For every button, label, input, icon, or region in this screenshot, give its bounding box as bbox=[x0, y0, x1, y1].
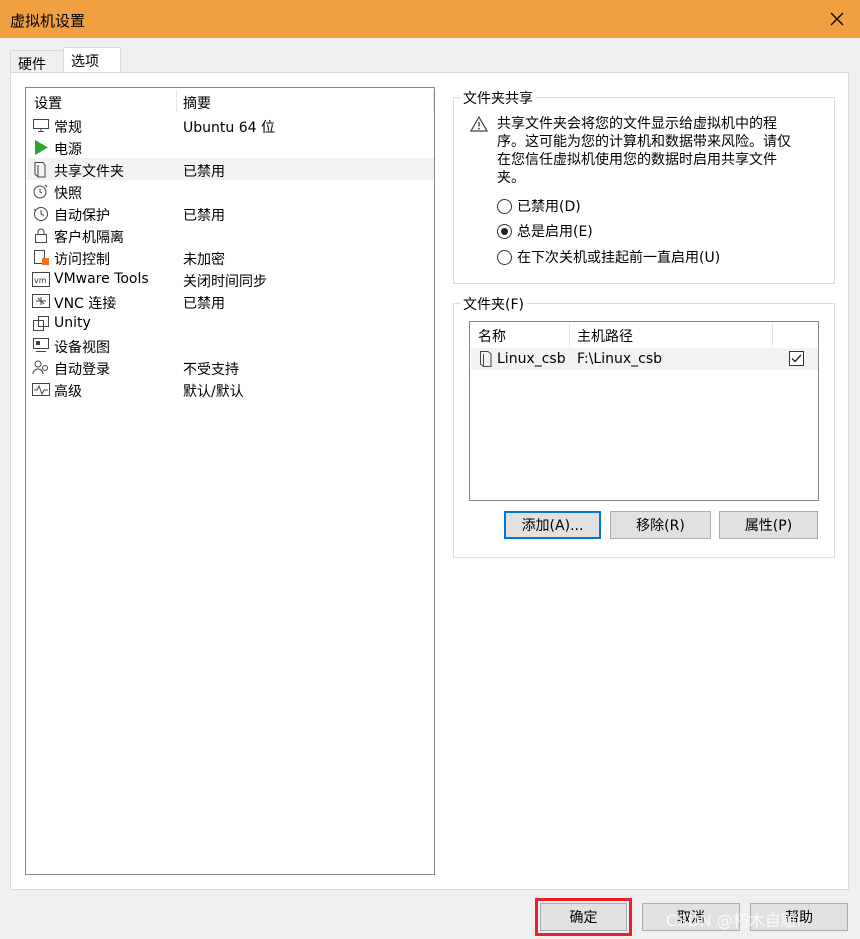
settings-item-shared-folders[interactable]: 共享文件夹 已禁用 bbox=[27, 158, 434, 180]
table-row[interactable]: Linux_csb F:\Linux_csb bbox=[471, 348, 818, 370]
settings-item-general[interactable]: 常规 Ubuntu 64 位 bbox=[27, 114, 434, 136]
settings-item-summary: Ubuntu 64 位 bbox=[183, 120, 275, 136]
column-header-host-path[interactable]: 主机路径 bbox=[577, 326, 633, 346]
folder-name: Linux_csb bbox=[497, 351, 566, 367]
column-header-setting[interactable]: 设置 bbox=[34, 93, 62, 113]
settings-item-unity[interactable]: Unity bbox=[27, 312, 434, 334]
lock-icon bbox=[35, 228, 47, 243]
settings-item-vmware-tools[interactable]: vm VMware Tools 关闭时间同步 bbox=[27, 268, 434, 290]
play-icon bbox=[35, 140, 48, 155]
settings-item-label: VMware Tools bbox=[54, 271, 149, 287]
folder-properties-button[interactable]: 属性(P) bbox=[719, 511, 818, 539]
radio-label: 总是启用(E) bbox=[517, 224, 593, 240]
column-divider[interactable] bbox=[772, 323, 773, 347]
column-divider[interactable] bbox=[176, 90, 177, 112]
close-button[interactable] bbox=[814, 0, 860, 38]
settings-item-label: 访问控制 bbox=[54, 252, 110, 268]
column-header-name[interactable]: 名称 bbox=[478, 326, 506, 346]
settings-item-access-control[interactable]: 访问控制 未加密 bbox=[27, 246, 434, 268]
column-divider[interactable] bbox=[433, 90, 434, 112]
folder-sharing-legend: 文件夹共享 bbox=[460, 88, 536, 108]
radio-label: 在下次关机或挂起前一直启用(U) bbox=[517, 250, 721, 266]
radio-disabled[interactable]: 已禁用(D) bbox=[497, 196, 581, 216]
settings-item-vnc[interactable]: VNC 连接 已禁用 bbox=[27, 290, 434, 312]
settings-item-summary: 已禁用 bbox=[183, 164, 225, 180]
radio-indicator bbox=[497, 223, 512, 239]
settings-item-label: 自动登录 bbox=[54, 362, 110, 378]
settings-item-label: 常规 bbox=[54, 120, 82, 136]
network-icon bbox=[32, 294, 50, 308]
column-divider[interactable] bbox=[569, 323, 570, 347]
settings-item-label: 电源 bbox=[54, 142, 82, 158]
folder-host-path: F:\Linux_csb bbox=[577, 351, 662, 367]
device-view-icon bbox=[33, 338, 49, 352]
warning-icon bbox=[470, 116, 488, 132]
add-folder-button[interactable]: 添加(A)... bbox=[504, 511, 601, 539]
settings-item-autologin[interactable]: 自动登录 不受支持 bbox=[27, 356, 434, 378]
access-control-icon bbox=[34, 250, 49, 265]
svg-text:vm: vm bbox=[34, 276, 47, 285]
ok-button[interactable]: 确定 bbox=[535, 898, 632, 936]
snapshot-icon bbox=[33, 184, 48, 199]
sharing-warning-text: 共享文件夹会将您的文件显示给虚拟机中的程序。这可能为您的计算机和数据带来风险。请… bbox=[497, 116, 791, 186]
settings-item-summary: 未加密 bbox=[183, 252, 225, 268]
settings-item-summary: 已禁用 bbox=[183, 208, 225, 224]
folders-table[interactable]: 名称 主机路径 Linux_csb F:\Linux_csb bbox=[469, 321, 819, 501]
settings-item-summary: 关闭时间同步 bbox=[183, 274, 267, 290]
settings-item-autoprotect[interactable]: 自动保护 已禁用 bbox=[27, 202, 434, 224]
clock-icon bbox=[33, 207, 48, 221]
settings-item-label: 高级 bbox=[54, 384, 82, 400]
close-icon bbox=[830, 12, 844, 26]
settings-item-label: 设备视图 bbox=[54, 340, 110, 356]
users-icon bbox=[32, 360, 48, 375]
settings-item-label: 快照 bbox=[54, 186, 82, 202]
settings-item-label: VNC 连接 bbox=[54, 296, 117, 312]
settings-item-label: 自动保护 bbox=[54, 208, 110, 224]
settings-item-device-view[interactable]: 设备视图 bbox=[27, 334, 434, 356]
settings-item-label: 客户机隔离 bbox=[54, 230, 124, 246]
radio-always-enabled[interactable]: 总是启用(E) bbox=[497, 221, 593, 241]
tab-options[interactable]: 选项 bbox=[63, 47, 121, 74]
settings-item-summary: 已禁用 bbox=[183, 296, 225, 312]
settings-item-power[interactable]: 电源 bbox=[27, 136, 434, 158]
settings-item-isolation[interactable]: 客户机隔离 bbox=[27, 224, 434, 246]
advanced-icon bbox=[32, 383, 50, 396]
column-header-summary[interactable]: 摘要 bbox=[183, 93, 211, 113]
title-bar: 虚拟机设置 bbox=[0, 0, 860, 38]
settings-item-advanced[interactable]: 高级 默认/默认 bbox=[27, 378, 434, 400]
shared-folder-icon bbox=[480, 351, 492, 367]
monitor-icon bbox=[33, 119, 49, 132]
radio-indicator bbox=[497, 249, 512, 265]
unity-icon bbox=[33, 316, 49, 331]
settings-item-snapshot[interactable]: 快照 bbox=[27, 180, 434, 202]
tab-hardware[interactable]: 硬件 bbox=[10, 50, 64, 74]
watermark: CSDN @朽木自雕i bbox=[666, 911, 802, 930]
window-title: 虚拟机设置 bbox=[10, 12, 86, 30]
settings-item-summary: 默认/默认 bbox=[183, 384, 244, 400]
checkmark-icon bbox=[791, 354, 802, 363]
radio-until-poweroff[interactable]: 在下次关机或挂起前一直启用(U) bbox=[497, 247, 720, 267]
shared-folder-icon bbox=[34, 162, 46, 178]
settings-item-summary: 不受支持 bbox=[183, 362, 239, 378]
settings-item-label: 共享文件夹 bbox=[54, 164, 124, 180]
folder-enabled-checkbox[interactable] bbox=[789, 351, 804, 366]
vm-icon: vm bbox=[32, 272, 50, 287]
radio-label: 已禁用(D) bbox=[517, 199, 581, 215]
settings-list-header: 设置 摘要 bbox=[26, 88, 434, 114]
remove-folder-button[interactable]: 移除(R) bbox=[610, 511, 711, 539]
folders-legend: 文件夹(F) bbox=[460, 294, 527, 314]
settings-item-label: Unity bbox=[54, 315, 91, 331]
settings-list[interactable]: 设置 摘要 常规 Ubuntu 64 位 电源 共享文件夹 已禁用 快照 自动保… bbox=[25, 87, 435, 875]
radio-indicator bbox=[497, 198, 512, 214]
